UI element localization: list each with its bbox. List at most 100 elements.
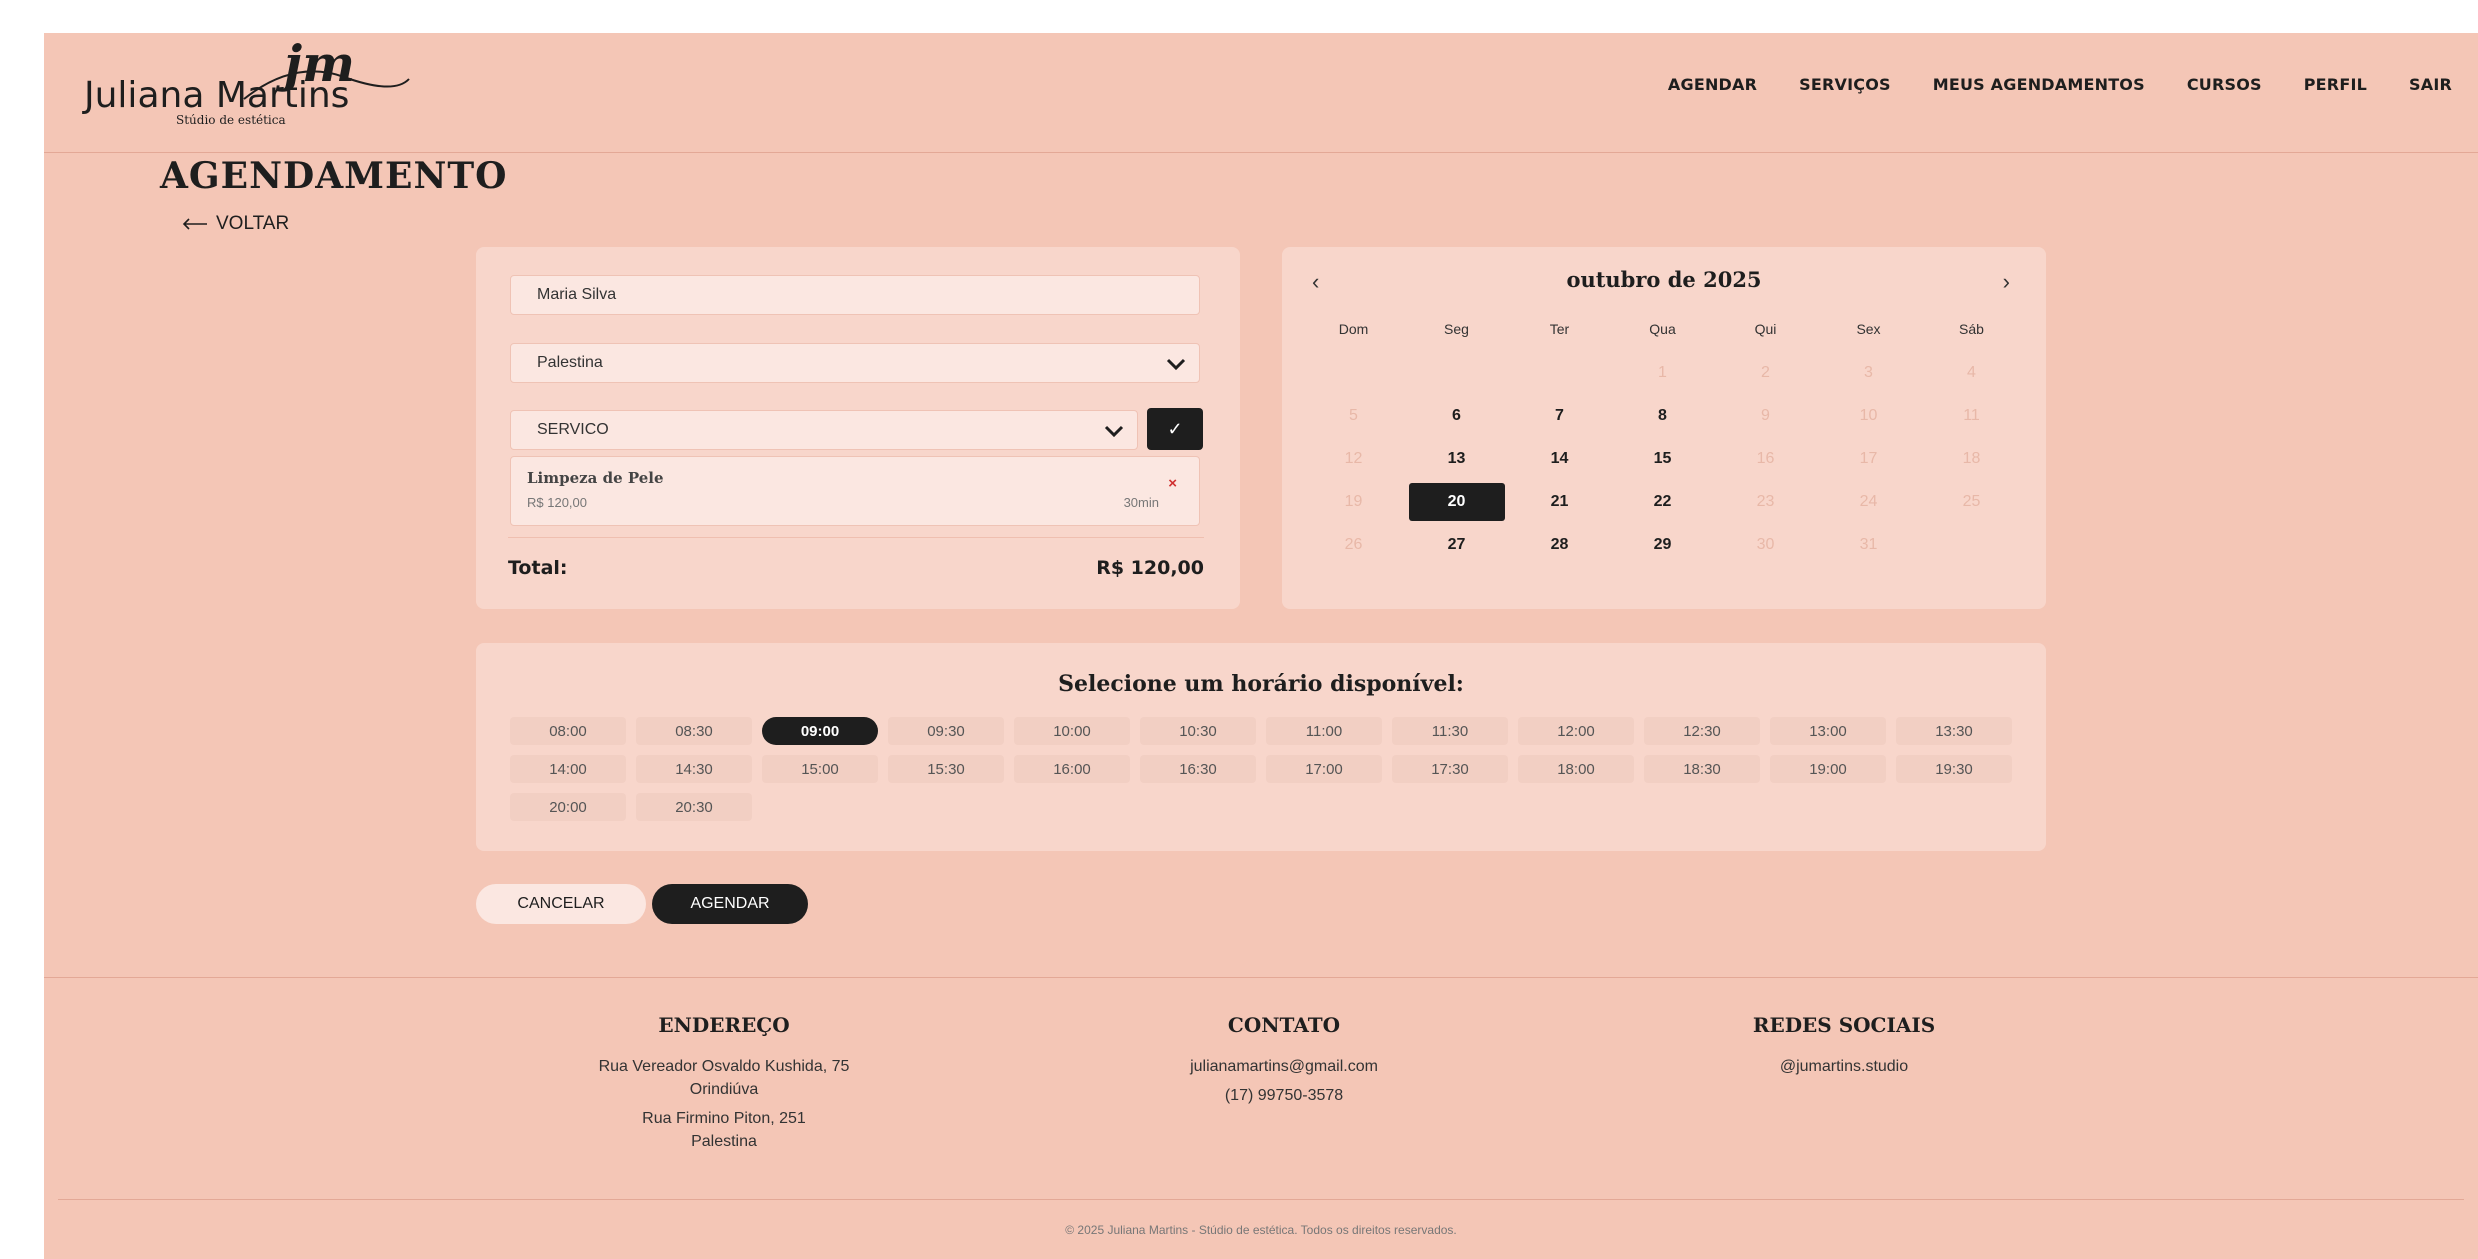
service-price: R$ 120,00 bbox=[527, 495, 587, 510]
chevron-down-icon bbox=[1166, 358, 1186, 371]
header-divider bbox=[44, 152, 2478, 153]
calendar-day-number: 7 bbox=[1555, 406, 1564, 424]
time-slot[interactable]: 11:00 bbox=[1266, 717, 1382, 745]
time-slot[interactable]: 09:30 bbox=[888, 717, 1004, 745]
calendar-day: 18 bbox=[1920, 437, 2023, 480]
calendar-day-number: 15 bbox=[1653, 449, 1672, 467]
nav-meus-agendamentos[interactable]: MEUS AGENDAMENTOS bbox=[1933, 75, 2145, 94]
calendar-day: 11 bbox=[1920, 394, 2023, 437]
total-value: R$ 120,00 bbox=[1096, 557, 1204, 579]
nav-perfil[interactable]: PERFIL bbox=[2304, 75, 2367, 94]
calendar-next-button[interactable]: › bbox=[2003, 269, 2010, 295]
calendar-day[interactable]: 13 bbox=[1405, 437, 1508, 480]
contact-email[interactable]: julianamartins@gmail.com bbox=[1084, 1055, 1484, 1078]
calendar-day[interactable]: 6 bbox=[1405, 394, 1508, 437]
chevron-down-icon bbox=[1104, 425, 1124, 438]
calendar-day: 1 bbox=[1611, 351, 1714, 394]
time-slot[interactable]: 19:00 bbox=[1770, 755, 1886, 783]
client-name-value: Maria Silva bbox=[537, 286, 617, 303]
calendar-day: 16 bbox=[1714, 437, 1817, 480]
location-select[interactable]: Palestina bbox=[510, 343, 1200, 383]
calendar-day-number: 6 bbox=[1452, 406, 1461, 424]
time-slot[interactable]: 16:00 bbox=[1014, 755, 1130, 783]
calendar-day[interactable]: 8 bbox=[1611, 394, 1714, 437]
time-slot[interactable]: 18:00 bbox=[1518, 755, 1634, 783]
time-slot[interactable]: 20:30 bbox=[636, 793, 752, 821]
calendar-day: 2 bbox=[1714, 351, 1817, 394]
time-slots-card: Selecione um horário disponível: 08:00 08… bbox=[476, 643, 2046, 851]
time-slot[interactable]: 13:00 bbox=[1770, 717, 1886, 745]
calendar-day[interactable]: 22 bbox=[1611, 480, 1714, 523]
time-slot[interactable]: 14:30 bbox=[636, 755, 752, 783]
footer-social: REDES SOCIAIS @jumartins.studio bbox=[1644, 1013, 2044, 1078]
cancel-button[interactable]: CANCELAR bbox=[476, 884, 646, 924]
time-slot[interactable]: 15:00 bbox=[762, 755, 878, 783]
time-slot[interactable]: 14:00 bbox=[510, 755, 626, 783]
calendar-day-number: 9 bbox=[1761, 406, 1770, 424]
nav-agendar[interactable]: AGENDAR bbox=[1668, 75, 1757, 94]
weekday-header: Dom bbox=[1338, 321, 1369, 337]
nav-servicos[interactable]: SERVIÇOS bbox=[1799, 75, 1891, 94]
time-slot[interactable]: 18:30 bbox=[1644, 755, 1760, 783]
calendar-day[interactable]: 15 bbox=[1611, 437, 1714, 480]
time-slot[interactable]: 13:30 bbox=[1896, 717, 2012, 745]
time-slot-selected[interactable]: 09:00 bbox=[762, 717, 878, 745]
time-slot[interactable]: 08:00 bbox=[510, 717, 626, 745]
add-service-button[interactable]: ✓ bbox=[1147, 408, 1203, 450]
time-slot[interactable]: 12:30 bbox=[1644, 717, 1760, 745]
footer-contact: CONTATO julianamartins@gmail.com (17) 99… bbox=[1084, 1013, 1484, 1107]
total-label: Total: bbox=[508, 557, 568, 579]
calendar-day-number: 4 bbox=[1967, 363, 1976, 381]
time-slot[interactable]: 10:00 bbox=[1014, 717, 1130, 745]
calendar-day: 23 bbox=[1714, 480, 1817, 523]
service-select[interactable]: SERVICO bbox=[510, 410, 1138, 450]
back-link[interactable]: VOLTAR bbox=[182, 213, 289, 235]
time-slot[interactable]: 11:30 bbox=[1392, 717, 1508, 745]
calendar-day[interactable]: 21 bbox=[1508, 480, 1611, 523]
calendar-day[interactable]: 7 bbox=[1508, 394, 1611, 437]
time-slots-grid: 08:00 08:30 09:00 09:30 10:00 10:30 11:00 11:30… bbox=[510, 717, 2022, 821]
calendar-day[interactable]: 14 bbox=[1508, 437, 1611, 480]
calendar-day[interactable]: 27 bbox=[1405, 523, 1508, 566]
calendar-day: 17 bbox=[1817, 437, 1920, 480]
time-slot[interactable]: 10:30 bbox=[1140, 717, 1256, 745]
contact-phone[interactable]: (17) 99750-3578 bbox=[1084, 1084, 1484, 1107]
nav-sair[interactable]: SAIR bbox=[2409, 75, 2452, 94]
calendar-day-number: 8 bbox=[1658, 406, 1667, 424]
calendar-day-number: 27 bbox=[1447, 535, 1466, 553]
time-slot[interactable]: 08:30 bbox=[636, 717, 752, 745]
time-slot[interactable]: 17:00 bbox=[1266, 755, 1382, 783]
time-slot[interactable]: 16:30 bbox=[1140, 755, 1256, 783]
weekday-header: Qui bbox=[1754, 321, 1777, 337]
calendar-day-number: 24 bbox=[1859, 492, 1878, 510]
calendar-day-number: 13 bbox=[1447, 449, 1466, 467]
instagram-link[interactable]: @jumartins.studio bbox=[1644, 1055, 2044, 1078]
logo-subtitle: Stúdio de estética bbox=[176, 113, 286, 127]
weekday-header: Ter bbox=[1549, 321, 1570, 337]
calendar-month-label: outubro de 2025 bbox=[1566, 267, 1762, 292]
client-name-input[interactable]: Maria Silva bbox=[510, 275, 1200, 315]
arrow-left-icon bbox=[182, 218, 207, 230]
calendar-day[interactable]: 29 bbox=[1611, 523, 1714, 566]
calendar-day-number: 3 bbox=[1864, 363, 1873, 381]
main-nav: AGENDAR SERVIÇOS MEUS AGENDAMENTOS CURSO… bbox=[1668, 75, 2452, 94]
calendar-day: 24 bbox=[1817, 480, 1920, 523]
calendar-day[interactable]: 28 bbox=[1508, 523, 1611, 566]
calendar-day-selected[interactable]: 20 bbox=[1405, 480, 1508, 523]
location-value: Palestina bbox=[537, 354, 603, 371]
calendar-day-number: 10 bbox=[1859, 406, 1878, 424]
address-2-city: Palestina bbox=[691, 1133, 757, 1150]
remove-service-icon[interactable]: × bbox=[1168, 475, 1177, 492]
submit-booking-button[interactable]: AGENDAR bbox=[652, 884, 808, 924]
time-slot[interactable]: 19:30 bbox=[1896, 755, 2012, 783]
calendar-day-number: 30 bbox=[1756, 535, 1775, 553]
brand-logo[interactable]: jm Juliana Martins Stúdio de estética bbox=[84, 39, 410, 149]
footer-address: ENDEREÇO Rua Vereador Osvaldo Kushida, 7… bbox=[524, 1013, 924, 1153]
nav-cursos[interactable]: CURSOS bbox=[2187, 75, 2262, 94]
calendar-day: 26 bbox=[1302, 523, 1405, 566]
time-slot[interactable]: 20:00 bbox=[510, 793, 626, 821]
calendar-day-number: 21 bbox=[1550, 492, 1569, 510]
time-slot[interactable]: 12:00 bbox=[1518, 717, 1634, 745]
time-slot[interactable]: 17:30 bbox=[1392, 755, 1508, 783]
time-slot[interactable]: 15:30 bbox=[888, 755, 1004, 783]
